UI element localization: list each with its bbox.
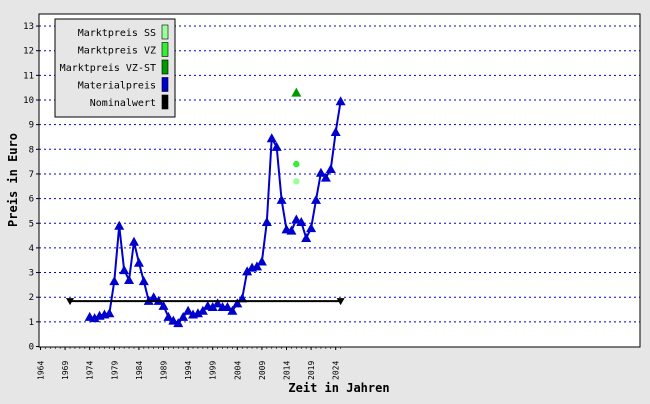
x-tick-label: 2004 [233,361,242,380]
x-tick-label: 1989 [160,361,169,380]
y-tick-label: 1 [29,318,34,328]
x-tick-label: 1974 [86,361,95,380]
y-tick-label: 2 [29,293,34,303]
legend-swatch [161,77,169,92]
y-axis-label: Preis in Euro [6,133,20,227]
legend-label: Marktpreis SS [78,28,156,39]
x-tick-label: 2019 [307,361,316,380]
x-axis-label: Zeit in Jahren [288,381,389,395]
marktpreis-ss-point [293,178,300,185]
y-tick-label: 0 [29,343,34,353]
x-tick-label: 1979 [110,361,119,380]
legend-label: Materialpreis [78,81,156,92]
marktpreis-vz-point [293,160,300,168]
x-tick-label: 1994 [184,361,193,380]
x-tick-label: 1969 [61,361,70,380]
y-tick-label: 8 [29,145,34,155]
legend: Marktpreis SS Marktpreis VZ Marktpreis VZ-… [54,18,176,118]
y-tick-label: 10 [23,96,34,106]
chart: 0 1 2 3 4 5 6 7 8 9 10 11 12 13 1964 1969 1974 1979 1984 19… [0,0,650,400]
x-tick-label: 2014 [283,361,292,380]
legend-swatch [161,59,169,75]
y-tick-label: 6 [29,195,34,205]
y-tick-label: 11 [23,71,34,81]
x-tick-label: 2009 [258,361,267,380]
x-tick-label: 1999 [209,361,218,380]
y-tick-label: 9 [29,121,34,131]
x-tick-label: 1984 [135,361,144,380]
legend-swatch [161,94,169,110]
chart-svg: 0123456789101112131964 1969 1974 1979 1984 19… [0,0,650,400]
x-tick-label: 1964 [37,361,46,380]
y-tick-label: 5 [29,219,34,229]
legend-swatch [161,42,169,57]
x-tick-label: 2024 [332,361,341,380]
y-tick-label: 7 [29,170,34,180]
legend-label: Marktpreis VZ-ST [60,63,156,74]
y-tick-label: 3 [29,269,34,279]
legend-label: Marktpreis VZ [78,46,156,57]
y-tick-label: 13 [23,22,34,32]
y-tick-label: 4 [29,244,34,254]
y-tick-label: 12 [23,47,34,57]
legend-swatch [161,24,169,40]
legend-label: Nominalwert [90,98,156,109]
